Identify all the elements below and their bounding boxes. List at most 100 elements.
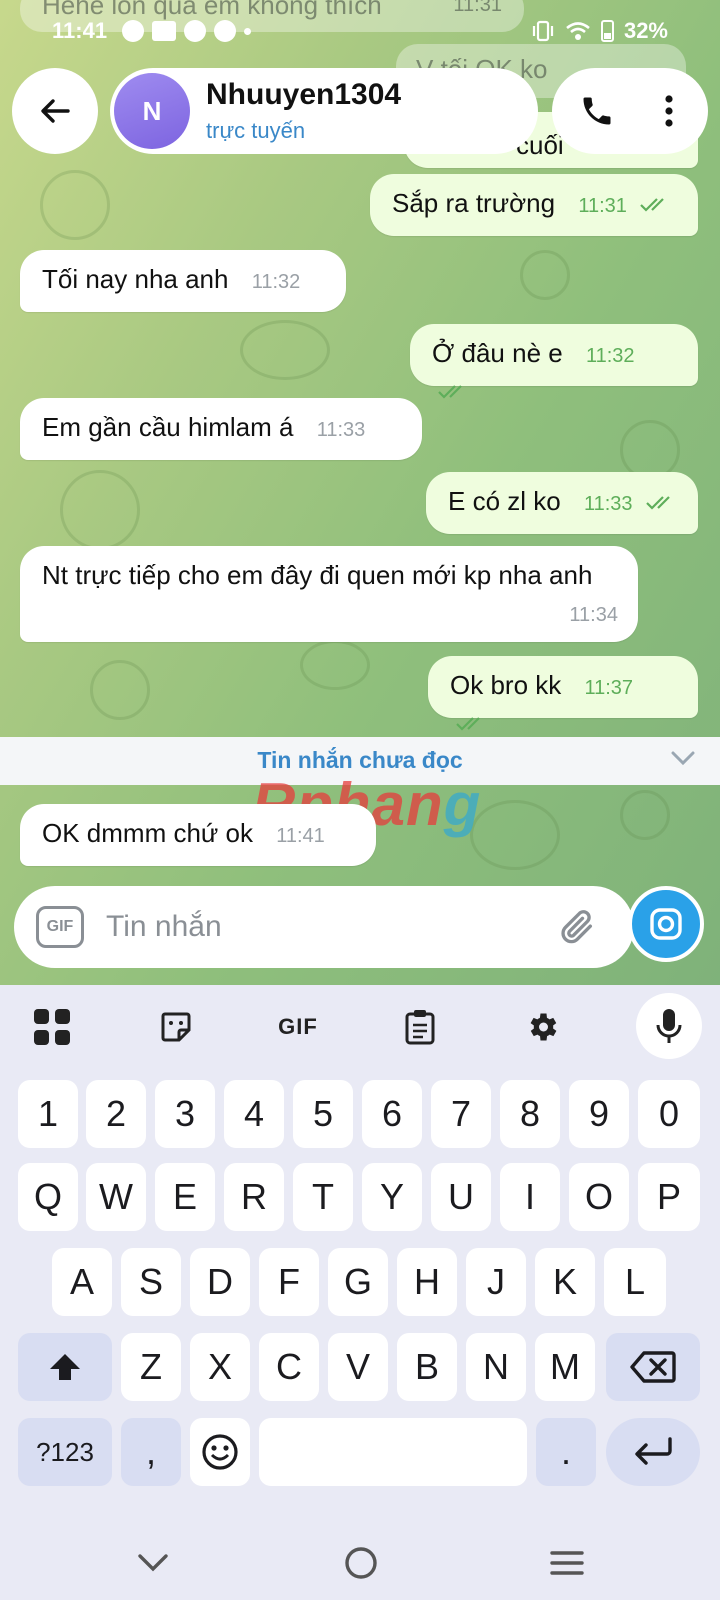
key-p[interactable]: P — [638, 1163, 700, 1231]
key-n[interactable]: N — [466, 1333, 526, 1401]
message-time: 11:31 — [578, 195, 627, 217]
message-text: Ở đâu nè e — [432, 338, 563, 368]
key-z[interactable]: Z — [121, 1333, 181, 1401]
key-m[interactable]: M — [535, 1333, 595, 1401]
contact-info[interactable]: N Nhuuyen1304 trực tuyến — [110, 68, 538, 154]
symbols-key[interactable]: ?123 — [18, 1418, 112, 1486]
message-text: Tối nay nha anh — [42, 264, 229, 294]
home-button[interactable] — [336, 1543, 386, 1583]
key-5[interactable]: 5 — [293, 1080, 353, 1148]
key-i[interactable]: I — [500, 1163, 560, 1231]
enter-arrow-icon — [635, 1437, 672, 1465]
key-d[interactable]: D — [190, 1248, 250, 1316]
key-8[interactable]: 8 — [500, 1080, 560, 1148]
chevron-down-icon — [138, 1554, 168, 1572]
key-k[interactable]: K — [535, 1248, 595, 1316]
comma-key[interactable]: , — [121, 1418, 181, 1486]
key-g[interactable]: G — [328, 1248, 388, 1316]
key-x[interactable]: X — [190, 1333, 250, 1401]
read-ticks-icon — [640, 198, 664, 212]
message-bubble-incoming[interactable]: OK dmmm chứ ok 11:41 — [20, 804, 376, 866]
message-bubble-outgoing[interactable]: Sắp ra trường 11:31 — [370, 174, 698, 236]
message-bubble-incoming[interactable]: Nt trực tiếp cho em đây đi quen mới kp n… — [20, 546, 638, 642]
key-6[interactable]: 6 — [362, 1080, 422, 1148]
contact-status: trực tuyến — [206, 118, 306, 143]
message-composer: GIF — [14, 886, 634, 968]
key-v[interactable]: V — [328, 1333, 388, 1401]
gif-keyboard-button[interactable]: GIF — [268, 997, 328, 1057]
chat-header: N Nhuuyen1304 trực tuyến — [0, 68, 720, 158]
message-text: Sắp ra trường — [392, 188, 556, 218]
enter-key[interactable] — [606, 1418, 700, 1486]
key-q[interactable]: Q — [18, 1163, 78, 1231]
key-l[interactable]: L — [604, 1248, 666, 1316]
camera-button[interactable] — [628, 886, 704, 962]
key-f[interactable]: F — [259, 1248, 319, 1316]
message-bubble-outgoing[interactable]: Ở đâu nè e 11:32 — [410, 324, 698, 399]
message-time: 11:33 — [316, 419, 366, 441]
call-button[interactable] — [572, 86, 622, 136]
clipboard-button[interactable] — [390, 997, 450, 1057]
message-text: E có zl ko — [448, 486, 561, 516]
chevron-down-icon[interactable] — [670, 749, 696, 767]
period-key[interactable]: . — [536, 1418, 596, 1486]
key-h[interactable]: H — [397, 1248, 457, 1316]
message-text: Em gần cầu himlam á — [42, 412, 294, 442]
message-bubble-incoming[interactable]: Tối nay nha anh 11:32 — [20, 250, 346, 312]
key-1[interactable]: 1 — [18, 1080, 78, 1148]
key-e[interactable]: E — [155, 1163, 215, 1231]
smiley-icon — [202, 1434, 238, 1470]
emoji-key[interactable] — [190, 1418, 250, 1486]
message-text: Nt trực tiếp cho em đây đi quen mới kp n… — [42, 560, 593, 590]
settings-button[interactable] — [512, 997, 572, 1057]
key-y[interactable]: Y — [362, 1163, 422, 1231]
battery-icon — [600, 20, 614, 42]
key-s[interactable]: S — [121, 1248, 181, 1316]
key-t[interactable]: T — [293, 1163, 353, 1231]
avatar[interactable]: N — [114, 73, 190, 149]
apps-button[interactable] — [22, 997, 82, 1057]
keyboard-toolbar: GIF — [0, 985, 720, 1065]
message-bubble-outgoing[interactable]: E có zl ko 11:33 — [426, 472, 698, 534]
arrow-left-icon — [41, 99, 70, 123]
key-2[interactable]: 2 — [86, 1080, 146, 1148]
back-button[interactable] — [12, 68, 98, 154]
attach-button[interactable] — [554, 904, 600, 950]
hide-keyboard-button[interactable] — [128, 1543, 178, 1583]
key-b[interactable]: B — [397, 1333, 457, 1401]
voice-input-button[interactable] — [636, 993, 702, 1059]
shift-key[interactable] — [18, 1333, 112, 1401]
key-7[interactable]: 7 — [431, 1080, 491, 1148]
notification-icons — [122, 20, 251, 42]
key-o[interactable]: O — [569, 1163, 629, 1231]
key-9[interactable]: 9 — [569, 1080, 629, 1148]
wifi-icon — [566, 22, 590, 40]
apps-grid-icon — [34, 1009, 70, 1045]
key-u[interactable]: U — [431, 1163, 491, 1231]
sticker-button[interactable] — [146, 997, 206, 1057]
message-text: Ok bro kk — [450, 670, 562, 700]
system-navigation-bar — [0, 1525, 720, 1600]
backspace-key[interactable] — [606, 1333, 700, 1401]
more-options-button[interactable] — [644, 86, 694, 136]
message-input[interactable] — [106, 898, 536, 956]
key-w[interactable]: W — [86, 1163, 146, 1231]
message-text: OK dmmm chứ ok — [42, 818, 253, 848]
recents-button[interactable] — [542, 1543, 592, 1583]
key-r[interactable]: R — [224, 1163, 284, 1231]
message-bubble-incoming[interactable]: Em gần cầu himlam á 11:33 — [20, 398, 422, 460]
gif-button[interactable]: GIF — [36, 906, 84, 948]
key-4[interactable]: 4 — [224, 1080, 284, 1148]
vibrate-icon — [532, 20, 554, 42]
key-0[interactable]: 0 — [638, 1080, 700, 1148]
microphone-icon — [656, 1009, 682, 1043]
key-c[interactable]: C — [259, 1333, 319, 1401]
camera-icon — [650, 908, 682, 940]
key-j[interactable]: J — [466, 1248, 526, 1316]
space-key[interactable] — [259, 1418, 527, 1486]
key-3[interactable]: 3 — [155, 1080, 215, 1148]
message-bubble-outgoing[interactable]: Ok bro kk 11:37 — [428, 656, 698, 731]
mail-notification-icon — [152, 21, 176, 41]
more-notifications-icon — [244, 28, 251, 35]
key-a[interactable]: A — [52, 1248, 112, 1316]
